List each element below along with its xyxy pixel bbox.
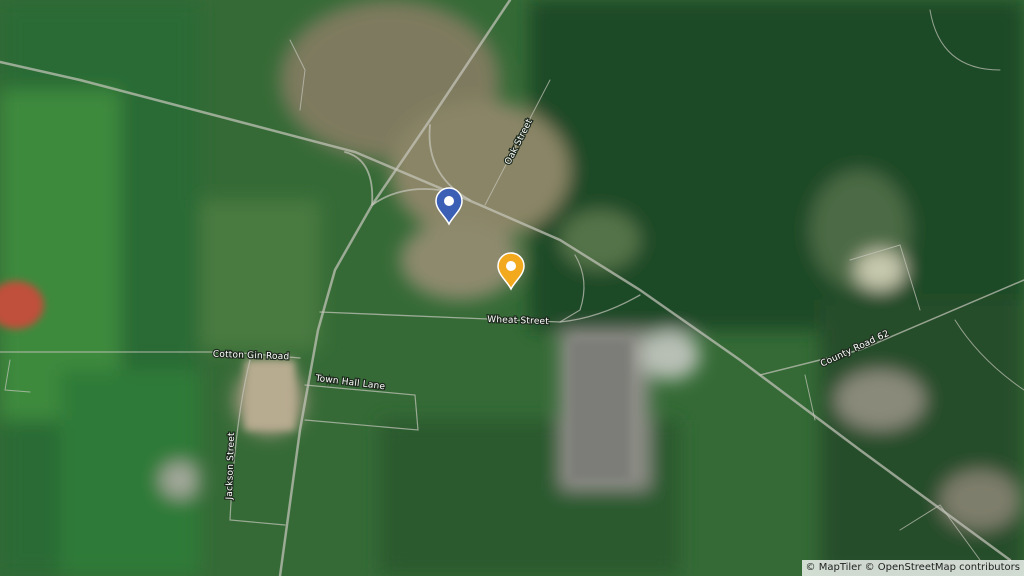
attribution-maptiler-link[interactable]: © MapTiler	[806, 562, 862, 573]
map-marker-yellow[interactable]	[496, 251, 526, 291]
attribution-osm-link[interactable]: © OpenStreetMap contributors	[865, 562, 1020, 573]
map-marker-blue[interactable]	[434, 186, 464, 226]
map-attribution: © MapTiler © OpenStreetMap contributors	[801, 560, 1024, 576]
location-pin-icon	[435, 187, 463, 226]
location-pin-icon	[497, 252, 525, 291]
